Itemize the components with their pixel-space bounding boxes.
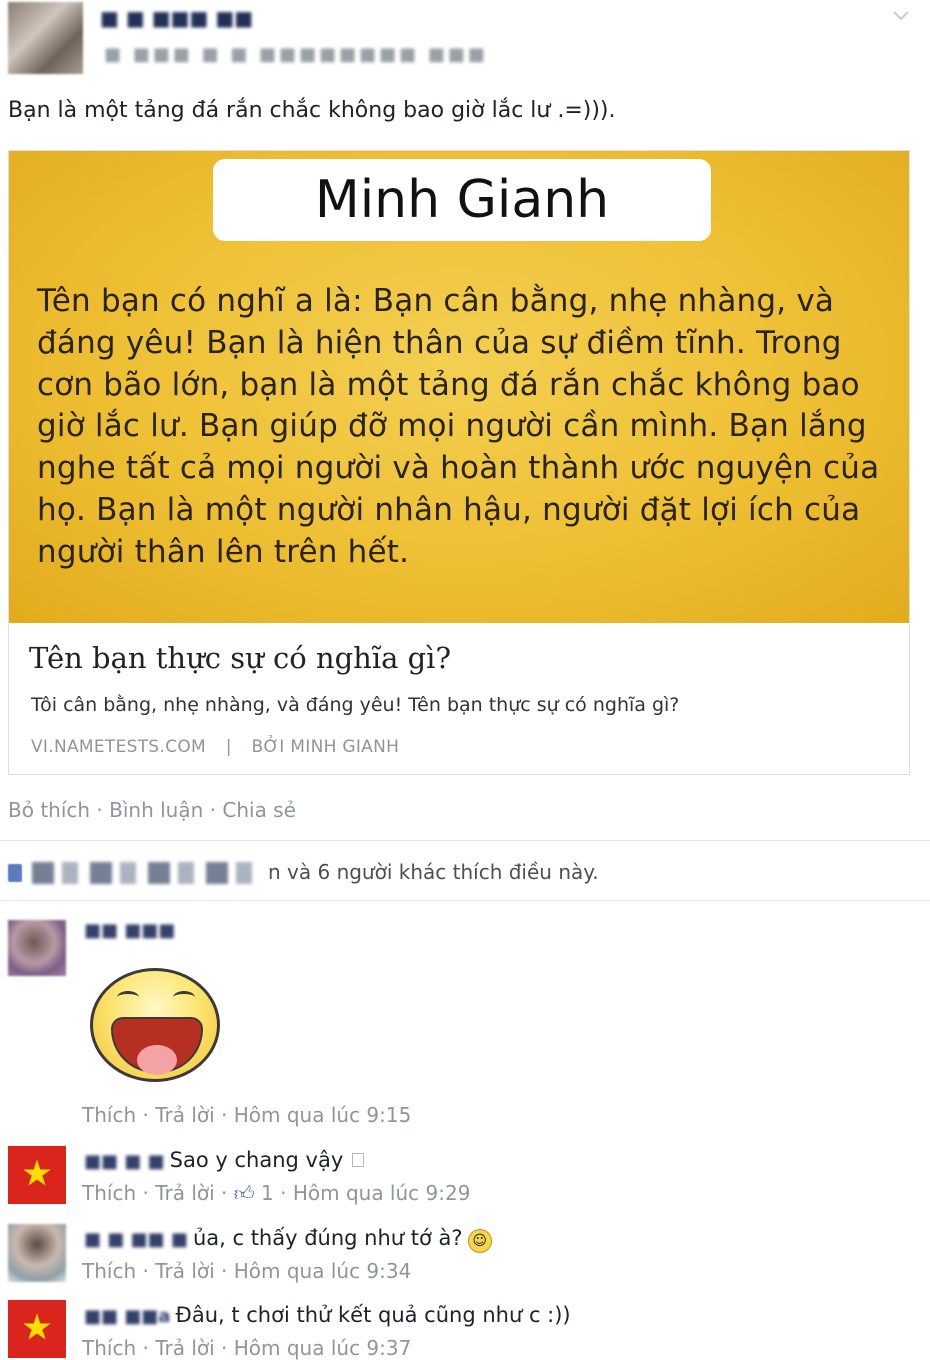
comment-time[interactable]: Hôm qua lúc 9:29 bbox=[293, 1181, 471, 1205]
post-caption: Bạn là một tảng đá rắn chắc không bao gi… bbox=[8, 98, 616, 123]
comment-reply-link[interactable]: Trả lời bbox=[155, 1259, 214, 1283]
emoji-placeholder-icon bbox=[352, 1153, 365, 1167]
comment-reply-link[interactable]: Trả lời bbox=[155, 1181, 214, 1205]
card-link-description: Tôi cân bằng, nhẹ nhàng, và đáng yêu! Tê… bbox=[31, 694, 680, 716]
card-name-box: Minh Gianh bbox=[213, 159, 711, 241]
likes-divider bbox=[0, 900, 930, 901]
commenter-avatar-flag[interactable]: ★ bbox=[8, 1300, 66, 1358]
comment-like-link[interactable]: Thích bbox=[82, 1259, 136, 1283]
commenter-avatar-flag[interactable]: ★ bbox=[8, 1146, 66, 1204]
comment-like-count[interactable]: 1 bbox=[261, 1181, 274, 1205]
star-icon: ★ bbox=[20, 1307, 54, 1349]
card-image[interactable]: Minh Gianh Tên bạn có nghĩ a là: Bạn cân… bbox=[9, 151, 909, 623]
comment-time[interactable]: Hôm qua lúc 9:34 bbox=[234, 1259, 412, 1283]
share-link[interactable]: Chia sẻ bbox=[222, 798, 296, 822]
action-separator: · bbox=[209, 798, 217, 822]
comment-author[interactable]: ■ ■ ■■ ■ bbox=[84, 1229, 188, 1250]
comment-meta: Thích · Trả lời · Hôm qua lúc 9:15 bbox=[82, 1103, 412, 1127]
likes-summary[interactable]: n và 6 người khác thích điều này. bbox=[268, 860, 599, 884]
card-source-separator: | bbox=[225, 737, 232, 757]
comment-body: ■■ ■ ■ Sao y chang vậy bbox=[84, 1148, 365, 1172]
comment-body: ■■ ■■a Đâu, t chơi thử kết quả cũng như … bbox=[84, 1303, 571, 1327]
comment-like-link[interactable]: Thích bbox=[82, 1336, 136, 1360]
post-timestamp[interactable]: ■ ■■■ ■ ■ ■■■■■■■■ ■■■ bbox=[104, 44, 488, 65]
thumbs-up-icon bbox=[8, 864, 22, 882]
author-avatar[interactable] bbox=[8, 2, 83, 74]
sticker-tongue bbox=[137, 1045, 177, 1075]
comment-meta: Thích · Trả lời · Hôm qua lúc 9:34 bbox=[82, 1259, 412, 1283]
commenter-avatar[interactable] bbox=[8, 1224, 66, 1282]
laughing-sticker-icon bbox=[90, 968, 220, 1082]
comment-like-link[interactable]: Thích bbox=[82, 1103, 136, 1127]
author-name[interactable]: ■ ■ ■■■ ■■ bbox=[100, 6, 253, 30]
comment-meta: Thích · Trả lời · 👍︎ 1 · Hôm qua lúc 9:2… bbox=[82, 1181, 471, 1205]
like-count-icon: 👍︎ bbox=[233, 1181, 255, 1205]
card-link-title[interactable]: Tên bạn thực sự có nghĩa gì? bbox=[29, 641, 451, 675]
star-icon: ★ bbox=[20, 1153, 54, 1195]
actions-divider bbox=[0, 840, 930, 841]
card-meaning: Tên bạn có nghĩ a là: Bạn cân bằng, nhẹ … bbox=[37, 283, 880, 570]
sticker-mouth bbox=[111, 1017, 203, 1075]
comment-body: ■ ■ ■■ ■ ủa, c thấy đúng như tớ à? ☺ bbox=[84, 1226, 492, 1253]
card-source: VI.NAMETESTS.COM | BỞI MINH GIANH bbox=[31, 737, 399, 757]
chevron-down-icon[interactable] bbox=[892, 6, 910, 24]
unlike-link[interactable]: Bỏ thích bbox=[8, 798, 90, 822]
comment-meta: Thích · Trả lời · Hôm qua lúc 9:37 bbox=[82, 1336, 412, 1360]
post-actions: Bỏ thích · Bình luận · Chia sẻ bbox=[8, 798, 296, 822]
comment-text: Đâu, t chơi thử kết quả cũng như c :)) bbox=[175, 1303, 571, 1327]
card-source-domain: VI.NAMETESTS.COM bbox=[31, 737, 207, 757]
comment-time[interactable]: Hôm qua lúc 9:15 bbox=[234, 1103, 412, 1127]
comment-like-link[interactable]: Thích bbox=[82, 1181, 136, 1205]
card-source-author: BỞI MINH GIANH bbox=[251, 737, 400, 757]
comment-author[interactable]: ■■ ■■a bbox=[84, 1306, 170, 1327]
comment-link[interactable]: Bình luận bbox=[109, 798, 203, 822]
comment-author[interactable]: ■■ ■■■ bbox=[84, 920, 175, 941]
link-card[interactable]: Minh Gianh Tên bạn có nghĩ a là: Bạn cân… bbox=[8, 150, 910, 775]
sticker-eye-left bbox=[117, 991, 139, 1004]
comment-text: Sao y chang vậy bbox=[169, 1148, 344, 1172]
action-separator: · bbox=[96, 798, 103, 822]
comment-time[interactable]: Hôm qua lúc 9:37 bbox=[234, 1336, 412, 1360]
likers-blurred[interactable] bbox=[32, 862, 262, 884]
comment-text: ủa, c thấy đúng như tớ à? bbox=[192, 1226, 463, 1250]
comment-reply-link[interactable]: Trả lời bbox=[155, 1336, 214, 1360]
sticker-eye-right bbox=[173, 991, 195, 1004]
commenter-avatar[interactable] bbox=[8, 920, 66, 976]
card-name: Minh Gianh bbox=[314, 170, 610, 230]
comment-reply-link[interactable]: Trả lời bbox=[155, 1103, 214, 1127]
comment-author[interactable]: ■■ ■ ■ bbox=[84, 1151, 165, 1172]
smile-emoji-icon: ☺ bbox=[467, 1228, 492, 1253]
